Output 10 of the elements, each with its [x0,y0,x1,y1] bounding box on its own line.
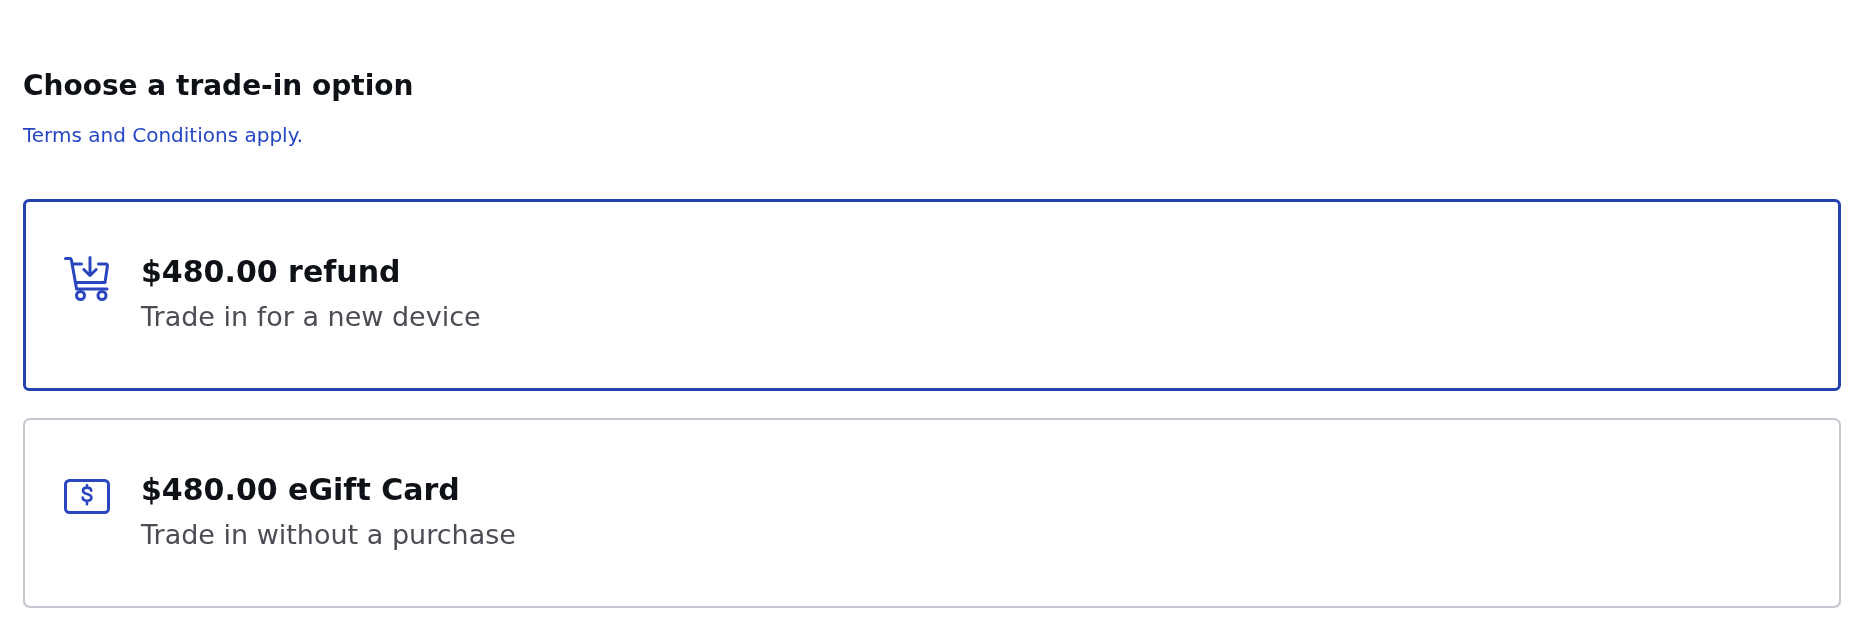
option-description: Trade in without a purchase [141,518,516,552]
option-title: $480.00 eGift Card [141,472,460,508]
option-description: Trade in for a new device [141,300,481,334]
terms-link[interactable]: Terms and Conditions apply. [23,123,303,147]
trade-in-option-card[interactable]: $480.00 refund Trade in for a new device [23,199,1841,391]
trade-in-option-card[interactable]: $480.00 eGift Card Trade in without a purchase [23,418,1841,608]
cart-icon [64,255,110,301]
section-heading: Choose a trade-in option [23,69,415,103]
option-title: $480.00 refund [141,254,401,290]
dollar-card-icon [64,478,110,514]
